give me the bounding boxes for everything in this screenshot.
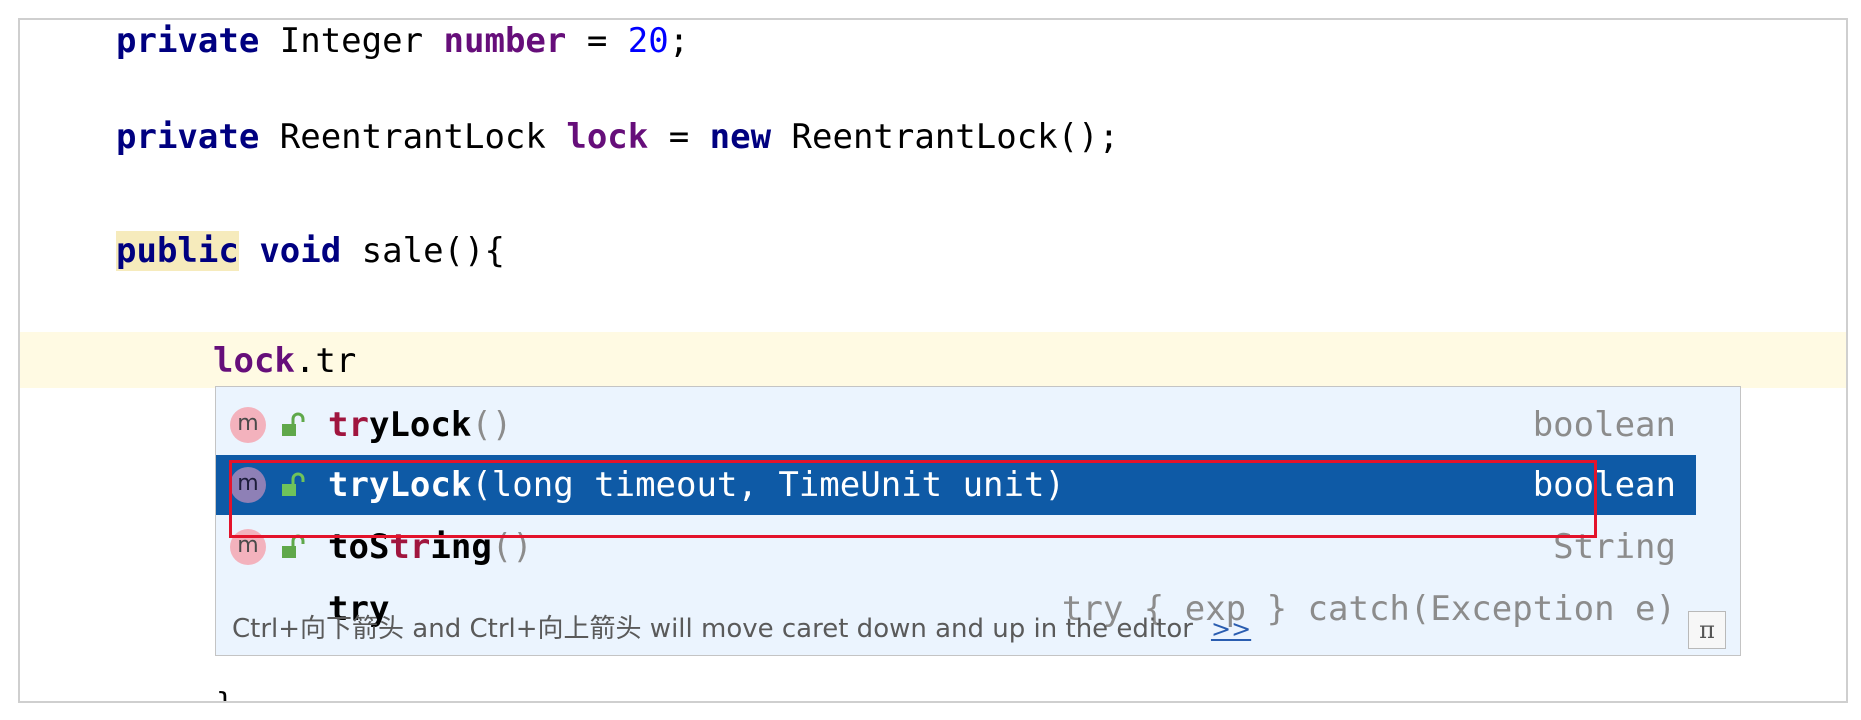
completion-item[interactable]: m toString() String bbox=[216, 517, 1696, 577]
completion-name: toString() bbox=[328, 527, 533, 567]
keyword-new: new bbox=[709, 117, 772, 157]
constructor-call: ReentrantLock(); bbox=[771, 117, 1120, 157]
public-lock-icon bbox=[282, 534, 305, 558]
code-line-number-field[interactable]: private Integer number = 20; bbox=[116, 20, 690, 66]
hint-more-link[interactable]: >> bbox=[1211, 615, 1251, 643]
type-name: Integer bbox=[259, 21, 444, 61]
completion-return-type: boolean bbox=[1532, 405, 1676, 445]
hint-text: Ctrl+向下箭头 and Ctrl+向上箭头 will move caret … bbox=[232, 614, 1193, 644]
code-editor[interactable]: private Integer number = 20; private Ree… bbox=[18, 18, 1848, 703]
operator: = bbox=[566, 21, 628, 61]
keyword-public: public bbox=[116, 231, 239, 271]
completion-hint: Ctrl+向下箭头 and Ctrl+向上箭头 will move caret … bbox=[216, 603, 1696, 655]
keyword: private bbox=[116, 21, 260, 61]
completion-return-type: boolean bbox=[1532, 465, 1676, 505]
completion-return-type: String bbox=[1553, 527, 1676, 567]
code-completion-popup[interactable]: m tryLock() boolean m tryLock(long timeo… bbox=[215, 386, 1741, 656]
pi-icon[interactable]: π bbox=[1688, 611, 1726, 649]
code-line-lock-field[interactable]: private ReentrantLock lock = new Reentra… bbox=[116, 112, 1119, 162]
method-icon: m bbox=[230, 467, 266, 503]
public-lock-icon bbox=[282, 412, 305, 436]
field-name: number bbox=[443, 21, 567, 61]
public-lock-icon bbox=[282, 472, 305, 496]
method-icon: m bbox=[230, 407, 266, 443]
method-icon: m bbox=[230, 529, 266, 565]
completion-item[interactable]: m tryLock() boolean bbox=[216, 395, 1696, 455]
type-name: ReentrantLock bbox=[259, 117, 567, 157]
completion-name: tryLock() bbox=[328, 405, 513, 445]
semicolon: ; bbox=[668, 21, 690, 61]
code-line-current[interactable]: lock.tr bbox=[213, 336, 356, 386]
operator: = bbox=[648, 117, 710, 157]
method-signature: sale(){ bbox=[341, 231, 505, 271]
typed-text: .tr bbox=[294, 341, 357, 381]
keyword: private bbox=[116, 117, 260, 157]
completion-params: (long timeout, TimeUnit unit) bbox=[471, 465, 1065, 505]
keyword-void: void bbox=[259, 231, 342, 271]
completion-params: () bbox=[491, 527, 533, 567]
field-name: lock bbox=[213, 341, 295, 381]
completion-name: tryLock(long timeout, TimeUnit unit) bbox=[328, 465, 1065, 505]
code-line-sale-method[interactable]: public void sale(){ bbox=[116, 226, 505, 276]
completion-item-selected[interactable]: m tryLock(long timeout, TimeUnit unit) b… bbox=[216, 455, 1696, 515]
field-name: lock bbox=[566, 117, 649, 157]
completion-params: () bbox=[471, 405, 513, 445]
number-literal: 20 bbox=[627, 21, 669, 61]
